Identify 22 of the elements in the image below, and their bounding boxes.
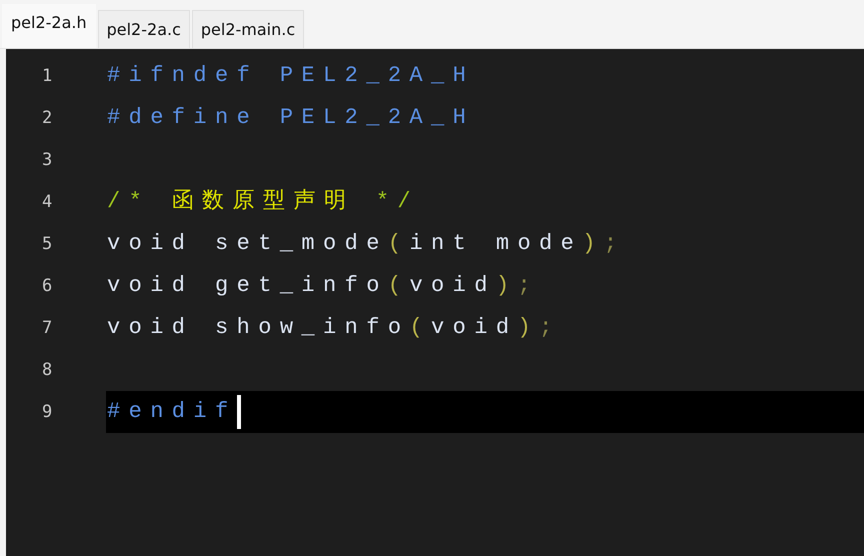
- file-tab[interactable]: pel2-main.c: [192, 10, 304, 48]
- code-line: void get_info(void);: [107, 275, 540, 297]
- code-line: #endif: [107, 401, 237, 423]
- line-number: 6: [41, 276, 54, 296]
- line-number: 5: [41, 234, 54, 254]
- line-number: 3: [41, 150, 54, 170]
- code-line: void show_info(void);: [107, 317, 561, 339]
- code-line: #ifndef PEL2_2A_H: [107, 65, 474, 87]
- line-number: 4: [41, 192, 54, 212]
- text-cursor: [236, 395, 241, 429]
- line-number: 9: [41, 402, 54, 422]
- code-line: /* 函数原型声明 */: [107, 191, 420, 213]
- file-tab[interactable]: pel2-2a.c: [98, 10, 190, 48]
- line-number: 2: [41, 108, 54, 128]
- file-tab[interactable]: pel2-2a.h: [2, 4, 96, 48]
- code-editor[interactable]: 1 #ifndef PEL2_2A_H 2 #define PEL2_2A_H 3 4 /* 函数原型声明 */ 5 void set_mode(int mode); 6 void get_info(void); 7 void show_info(void); 8 9 #endif: [6, 49, 864, 556]
- code-line: #define PEL2_2A_H: [107, 107, 474, 129]
- current-line-highlight[interactable]: #endif: [106, 391, 864, 433]
- line-number: 8: [41, 360, 54, 380]
- line-number: 7: [41, 318, 54, 338]
- line-number: 1: [41, 66, 54, 86]
- code-line: void set_mode(int mode);: [107, 233, 626, 255]
